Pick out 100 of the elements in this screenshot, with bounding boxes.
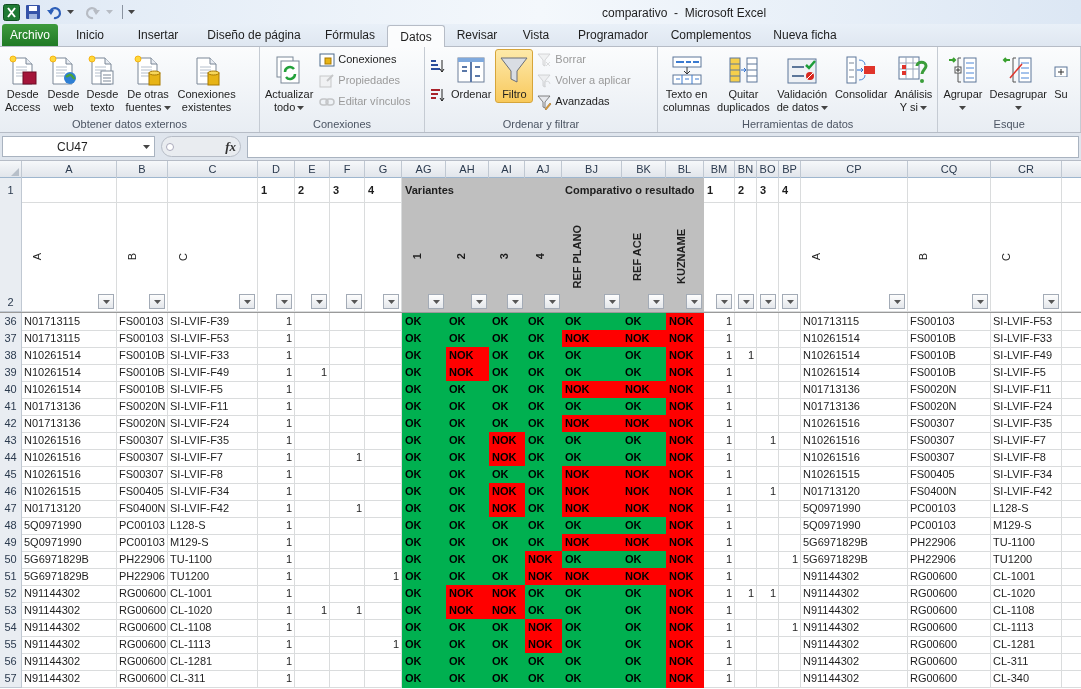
- column-header[interactable]: CR: [991, 161, 1062, 178]
- ribbon-button[interactable]: Texto en columnas: [660, 49, 714, 116]
- insert-function-button[interactable]: fx: [225, 136, 236, 157]
- group-heading: 1: [258, 178, 295, 203]
- row-header[interactable]: 36: [0, 313, 22, 331]
- row-header[interactable]: 2: [0, 202, 22, 312]
- filter-dropdown-button[interactable]: [686, 294, 702, 309]
- ribbon-tab[interactable]: Nueva ficha: [760, 24, 850, 46]
- filter-dropdown-button[interactable]: [760, 294, 776, 309]
- row-header[interactable]: 40: [0, 381, 22, 399]
- ribbon-button[interactable]: Conexiones: [317, 49, 413, 70]
- ribbon-button[interactable]: Su: [1051, 49, 1071, 103]
- filter-dropdown-button[interactable]: [782, 294, 798, 309]
- column-header[interactable]: BO: [757, 161, 779, 178]
- row-header[interactable]: 53: [0, 602, 22, 620]
- ribbon-button[interactable]: Conexiones existentes: [174, 49, 239, 116]
- filter-dropdown-button[interactable]: [149, 294, 165, 309]
- ribbon-button[interactable]: Desde Access: [2, 49, 44, 116]
- row-header[interactable]: 56: [0, 653, 22, 671]
- ribbon-tab[interactable]: Datos: [387, 25, 445, 47]
- column-header[interactable]: C: [168, 161, 258, 178]
- table-cell: FS00405: [117, 483, 168, 501]
- filter-dropdown-button[interactable]: [648, 294, 664, 309]
- ribbon-tab[interactable]: Diseño de página: [195, 24, 313, 46]
- column-header[interactable]: CP: [801, 161, 908, 178]
- row-header[interactable]: 52: [0, 585, 22, 603]
- spreadsheet-logo-icon[interactable]: [3, 3, 20, 21]
- row-header[interactable]: 43: [0, 432, 22, 450]
- ribbon-button[interactable]: Desde web: [44, 49, 83, 116]
- save-icon[interactable]: [25, 4, 41, 20]
- row-header[interactable]: 48: [0, 517, 22, 535]
- table-cell: SI-LVIF-F49: [991, 347, 1062, 365]
- row-header[interactable]: 41: [0, 398, 22, 416]
- filter-dropdown-button[interactable]: [428, 294, 444, 309]
- filter-dropdown-button[interactable]: [346, 294, 362, 309]
- row-header[interactable]: 50: [0, 551, 22, 569]
- filter-dropdown-button[interactable]: [544, 294, 560, 309]
- row-header[interactable]: 47: [0, 500, 22, 518]
- filter-dropdown-button[interactable]: [239, 294, 255, 309]
- empty-cell: [757, 551, 779, 569]
- row-header[interactable]: 44: [0, 449, 22, 467]
- row-header[interactable]: 45: [0, 466, 22, 484]
- formula-input[interactable]: [247, 135, 1079, 158]
- filter-dropdown-button[interactable]: [889, 294, 905, 309]
- column-header[interactable]: BM: [704, 161, 735, 178]
- ribbon-tab[interactable]: Inicio: [59, 24, 121, 46]
- row-header[interactable]: 1: [0, 178, 22, 203]
- ribbon-button[interactable]: Desagrupar: [986, 49, 1050, 116]
- filter-dropdown-button[interactable]: [383, 294, 399, 309]
- column-header[interactable]: B: [117, 161, 168, 178]
- ribbon-button[interactable]: Agrupar: [940, 49, 986, 116]
- column-header[interactable]: BN: [735, 161, 757, 178]
- ribbon-button[interactable]: Consolidar: [831, 49, 891, 103]
- ribbon-tab[interactable]: Revisar: [446, 24, 508, 46]
- filter-dropdown-button[interactable]: [738, 294, 754, 309]
- filter-dropdown-button[interactable]: [276, 294, 292, 309]
- row-header[interactable]: 42: [0, 415, 22, 433]
- ribbon-tab[interactable]: Complementos: [663, 24, 759, 46]
- ribbon-tab[interactable]: Insertar: [122, 24, 194, 46]
- row-header[interactable]: 46: [0, 483, 22, 501]
- row-header[interactable]: 38: [0, 347, 22, 365]
- name-box[interactable]: CU47: [2, 136, 155, 157]
- handle-icon[interactable]: [166, 142, 174, 151]
- ribbon-tab[interactable]: Fórmulas: [314, 24, 386, 46]
- row-header[interactable]: 49: [0, 534, 22, 552]
- status-cell: NOK: [525, 619, 562, 637]
- row-header[interactable]: 54: [0, 619, 22, 637]
- filter-dropdown-button[interactable]: [716, 294, 732, 309]
- column-header[interactable]: D: [258, 161, 295, 178]
- filter-dropdown-button[interactable]: [1043, 294, 1059, 309]
- undo-icon[interactable]: [46, 4, 62, 20]
- ribbon-button[interactable]: Validación de datos: [773, 49, 831, 116]
- column-header[interactable]: BP: [779, 161, 801, 178]
- ribbon-button[interactable]: Ordenar: [448, 49, 495, 103]
- row-header[interactable]: 57: [0, 670, 22, 688]
- ribbon-tab[interactable]: Vista: [509, 24, 563, 46]
- column-header[interactable]: CQ: [908, 161, 991, 178]
- row-header[interactable]: 37: [0, 330, 22, 348]
- ribbon-button[interactable]: Quitar duplicados: [714, 49, 773, 116]
- filter-dropdown-button[interactable]: [507, 294, 523, 309]
- column-header[interactable]: A: [22, 161, 117, 178]
- column-header[interactable]: F: [330, 161, 365, 178]
- filter-dropdown-button[interactable]: [311, 294, 327, 309]
- ribbon-button[interactable]: Filtro: [495, 49, 534, 103]
- ribbon-button[interactable]: Análisis Y si: [891, 49, 936, 116]
- filter-dropdown-button[interactable]: [471, 294, 487, 309]
- filter-dropdown-button[interactable]: [98, 294, 114, 309]
- column-header[interactable]: G: [365, 161, 402, 178]
- file-tab[interactable]: Archivo: [2, 24, 58, 46]
- ribbon-button[interactable]: Actualizar todo: [262, 49, 317, 116]
- row-header[interactable]: 55: [0, 636, 22, 654]
- ribbon-button[interactable]: Desde texto: [83, 49, 122, 116]
- filter-dropdown-button[interactable]: [972, 294, 988, 309]
- ribbon-tab[interactable]: Programador: [564, 24, 662, 46]
- column-header[interactable]: E: [295, 161, 330, 178]
- row-header[interactable]: 51: [0, 568, 22, 586]
- ribbon-button[interactable]: Avanzadas: [534, 91, 633, 112]
- filter-dropdown-button[interactable]: [604, 294, 620, 309]
- ribbon-button[interactable]: De otras fuentes: [122, 49, 174, 116]
- row-header[interactable]: 39: [0, 364, 22, 382]
